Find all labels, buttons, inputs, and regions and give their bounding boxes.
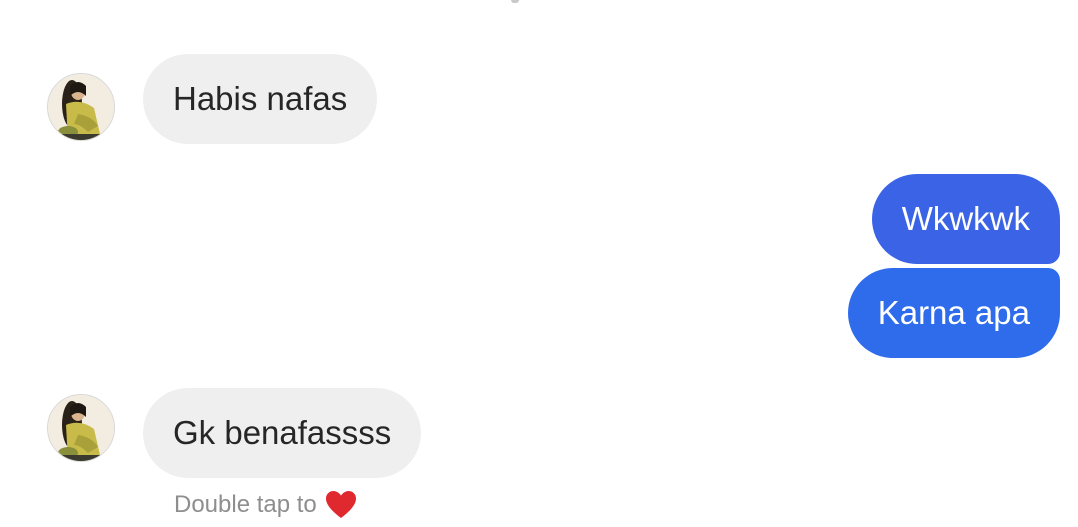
top-edge-indicator [511, 0, 519, 3]
incoming-message-bubble[interactable]: Habis nafas [143, 54, 378, 144]
message-text: Wkwkwk [901, 200, 1030, 237]
message-text: Karna apa [877, 294, 1030, 331]
double-tap-hint: Double tap to [174, 490, 357, 520]
outgoing-message-bubble[interactable]: Wkwkwk [871, 174, 1060, 264]
contact-avatar[interactable] [47, 73, 115, 141]
profile-photo-icon [48, 395, 114, 461]
hint-text: Double tap to [174, 491, 317, 518]
message-text: Habis nafas [173, 80, 348, 117]
message-text: Gk benafassss [173, 414, 392, 451]
profile-photo-icon [48, 74, 114, 140]
incoming-message-bubble[interactable]: Gk benafassss [143, 388, 422, 478]
contact-avatar[interactable] [47, 394, 115, 462]
heart-icon [325, 490, 357, 520]
outgoing-message-bubble[interactable]: Karna apa [847, 268, 1060, 358]
